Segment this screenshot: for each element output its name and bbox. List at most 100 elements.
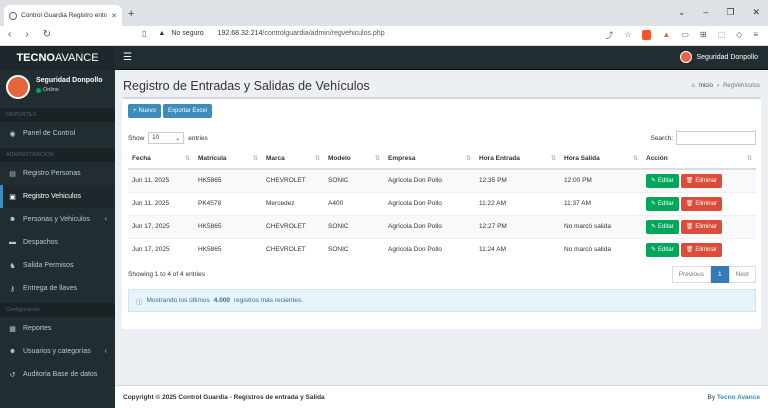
brave-shield-icon[interactable]	[642, 30, 652, 40]
entries-label: entries	[188, 134, 208, 142]
wallet-icon[interactable]: ⬚	[718, 30, 726, 41]
delete-button[interactable]: 🗑︎ Eliminar	[680, 173, 723, 188]
new-tab-button[interactable]: +	[128, 8, 134, 20]
delete-button[interactable]: 🗑︎ Eliminar	[680, 196, 723, 211]
warning-icon: ▲	[158, 30, 166, 37]
table-cell: CHEVROLET	[262, 214, 324, 238]
footer-brand-link[interactable]: Tecno Avance	[717, 394, 760, 401]
sidebar-item-entrega-llaves[interactable]: ⚷ Entrega de llaves	[0, 277, 115, 300]
info-icon: ⓘ	[136, 298, 143, 306]
sort-icon: ⇅	[550, 156, 556, 162]
column-header[interactable]: Fecha ⇅	[128, 149, 194, 170]
browser-tab[interactable]: Control Guardia Registro entrad ✕	[4, 5, 122, 26]
avatar	[679, 51, 692, 63]
alert-count: 4.000	[213, 297, 231, 304]
page-1-button[interactable]: 1	[711, 266, 729, 283]
sidebar-toggle-button[interactable]: ☰	[123, 52, 132, 63]
next-button[interactable]: Next	[728, 266, 756, 283]
export-excel-button[interactable]: Exportar Excel	[163, 104, 213, 118]
users-icon: ☻	[8, 348, 17, 355]
table-cell: 12:35 PM	[475, 168, 560, 192]
sidebar-item-registro-vehiculos[interactable]: ▣ Registro Vehiculos	[0, 185, 115, 208]
close-window-icon[interactable]: ✕	[752, 7, 760, 18]
table-cell: HK5865	[194, 237, 262, 261]
delete-button[interactable]: 🗑︎ Eliminar	[680, 242, 723, 257]
vpn-icon[interactable]: ◇	[736, 30, 742, 41]
sidebar-item-salida-permisos[interactable]: ♞ Salida Permisos	[0, 254, 115, 277]
id-card-icon: ▤	[9, 170, 16, 178]
truck-icon: ▬	[9, 239, 16, 246]
column-header[interactable]: Hora Salida ⇅	[560, 149, 642, 170]
search-label: Search:	[650, 134, 673, 142]
chevron-down-icon: ⌄	[175, 135, 181, 142]
sidebar-item-personas-vehiculos[interactable]: ☻ Personas y Vehiculos ‹	[0, 208, 115, 231]
edit-button[interactable]: ✎ Editar	[646, 242, 679, 257]
breadcrumb: ⌂ Inicio › RegVehículos	[691, 83, 760, 89]
report-icon: ▦	[9, 325, 16, 333]
delete-button[interactable]: 🗑︎ Eliminar	[680, 219, 723, 234]
trash-icon: 🗑︎	[685, 178, 694, 185]
sidebar-item-registro-personas[interactable]: ▤ Registro Personas	[0, 162, 115, 185]
previous-button[interactable]: Previous	[671, 266, 711, 283]
table-row: Jun 11, 2025 PK4578 Mercedez A400 Agrícola D…	[128, 191, 756, 215]
table-cell: PK4578	[194, 191, 262, 215]
table-cell: Agrícola Don Pollo	[384, 214, 475, 238]
sidebar-item-despachos[interactable]: ▬ Despachos	[0, 231, 115, 254]
reload-icon[interactable]: ↻	[43, 29, 51, 40]
column-header[interactable]: Matrícula ⇅	[194, 149, 262, 170]
sidebar-toggle-icon[interactable]: ▭	[681, 30, 689, 41]
sidebar-section-configuracion: Configuración	[0, 303, 115, 317]
chevron-left-icon: ‹	[104, 216, 107, 223]
action-cell: ✎ Editar 🗑︎ Eliminar	[642, 191, 756, 215]
sidebar-item-reportes[interactable]: ▦ Reportes	[0, 317, 115, 340]
table-row: Jun 11, 2025 HK5865 CHEVROLET SONIC Agrícola…	[128, 168, 756, 192]
table-cell: SONIC	[324, 214, 384, 238]
minimize-icon[interactable]: –	[703, 7, 708, 18]
column-header[interactable]: Hora Entrada ⇅	[475, 149, 560, 170]
table-cell: HK5865	[194, 214, 262, 238]
avatar	[6, 75, 30, 99]
security-label[interactable]: No seguro	[171, 30, 203, 37]
address-field[interactable]: ▯ ▲ No seguro 192.68.32.214/controlguard…	[142, 29, 385, 38]
search-input[interactable]	[676, 131, 756, 145]
column-header[interactable]: Modelo ⇅	[324, 149, 384, 170]
app-logo[interactable]: TECNO AVANCE	[0, 46, 115, 70]
extensions-icon[interactable]: ⊞	[700, 30, 707, 41]
edit-button[interactable]: ✎ Editar	[646, 196, 679, 211]
tab-search-icon[interactable]: ⌄	[678, 7, 686, 18]
table-header-row: Fecha ⇅ Matrícula ⇅ Marca ⇅ Modelo ⇅ Empresa ⇅ Hor…	[128, 149, 756, 170]
user-menu[interactable]: Seguridad Donpollo	[679, 51, 758, 63]
new-button[interactable]: + Nuevo	[128, 104, 161, 118]
edit-button[interactable]: ✎ Editar	[646, 219, 679, 234]
page-length-select[interactable]: 10 ⌄	[148, 132, 185, 144]
sidebar-item-panel[interactable]: ◉ Panel de Control	[0, 122, 115, 145]
back-icon[interactable]: ‹	[8, 29, 11, 40]
top-navbar	[115, 46, 768, 70]
maximize-icon[interactable]: ❐	[726, 7, 734, 18]
bookmark-icon[interactable]: ▯	[142, 29, 146, 38]
column-header[interactable]: Acción ⇅	[642, 149, 756, 170]
rewards-icon[interactable]: ▲	[662, 30, 670, 41]
forward-icon[interactable]: ›	[25, 29, 28, 40]
breadcrumb-home[interactable]: Inicio	[699, 83, 713, 89]
table-cell: HK5865	[194, 168, 262, 192]
sort-icon: ⇅	[314, 156, 320, 162]
info-alert: ⓘ Mostrando los últimos 4.000 registros …	[128, 289, 756, 312]
table-cell: Jun 17, 2025	[128, 237, 194, 261]
history-icon: ↺	[9, 371, 16, 379]
star-icon[interactable]: ☆	[624, 30, 631, 41]
share-icon[interactable]: ⤴	[605, 30, 613, 41]
sidebar-item-auditoria[interactable]: ↺ Auditoria Base de datos	[0, 363, 115, 386]
column-header[interactable]: Marca ⇅	[262, 149, 324, 170]
browser-nav: ‹ › ↻	[8, 29, 51, 40]
menu-icon[interactable]: ≡	[753, 30, 758, 41]
edit-icon: ✎	[651, 178, 657, 185]
column-header[interactable]: Empresa ⇅	[384, 149, 475, 170]
edit-button[interactable]: ✎ Editar	[646, 173, 679, 188]
close-tab-icon[interactable]: ✕	[111, 12, 117, 20]
car-icon: ▣	[9, 193, 16, 201]
sidebar-item-usuarios[interactable]: ☻ Usuarios y categorías ‹	[0, 340, 115, 363]
alert-prefix: Mostrando los últimos	[146, 297, 210, 304]
action-cell: ✎ Editar 🗑︎ Eliminar	[642, 168, 756, 192]
action-cell: ✎ Editar 🗑︎ Eliminar	[642, 237, 756, 261]
